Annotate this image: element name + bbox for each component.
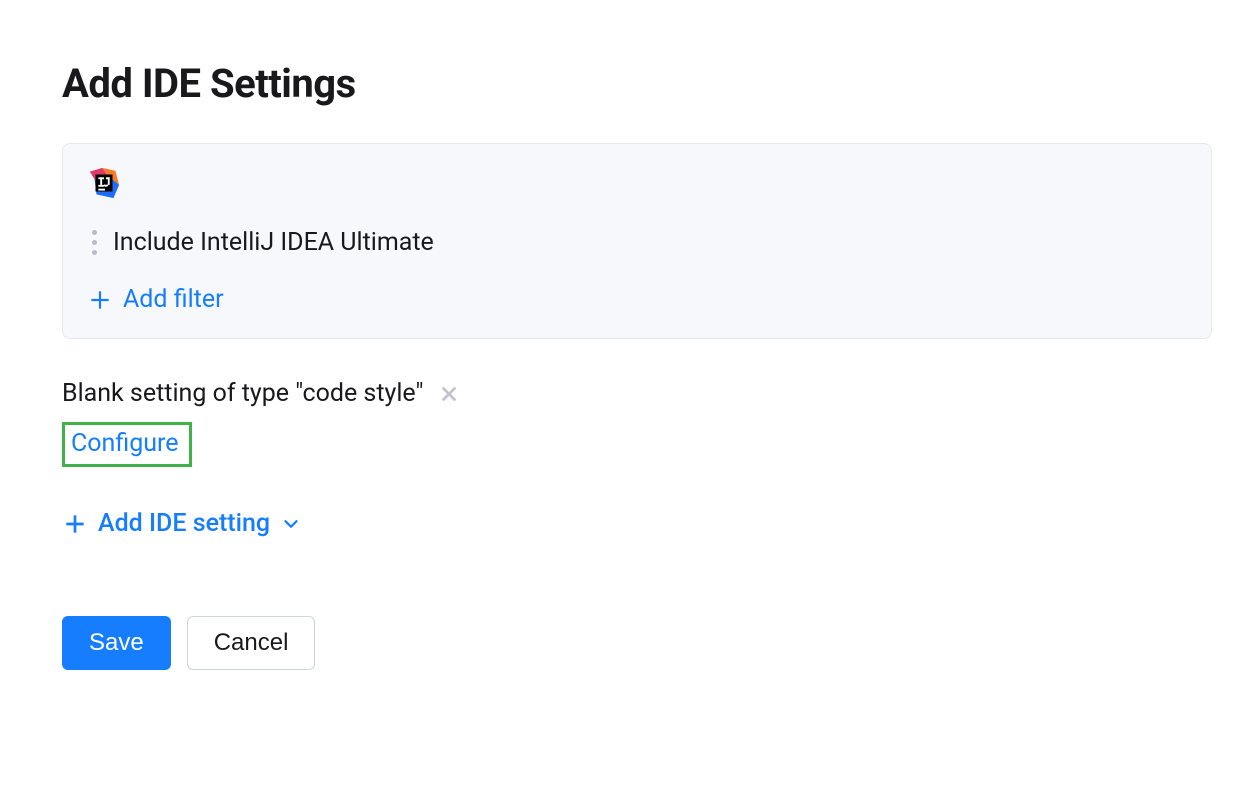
include-product-row: Include IntelliJ IDEA Ultimate xyxy=(87,228,1187,257)
page-title: Add IDE Settings xyxy=(62,60,1212,107)
setting-entry-row: Blank setting of type "code style" xyxy=(62,379,1212,408)
include-product-label: Include IntelliJ IDEA Ultimate xyxy=(113,228,434,257)
add-filter-button[interactable]: Add filter xyxy=(87,285,1187,314)
save-button[interactable]: Save xyxy=(62,616,171,670)
cancel-button[interactable]: Cancel xyxy=(187,616,316,670)
add-ide-setting-button[interactable]: Add IDE setting xyxy=(62,509,1212,538)
chevron-down-icon xyxy=(280,513,302,535)
add-filter-label: Add filter xyxy=(123,285,224,314)
configure-link[interactable]: Configure xyxy=(71,429,179,458)
configure-highlight: Configure xyxy=(62,422,192,467)
drag-handle-icon[interactable] xyxy=(87,230,101,255)
action-button-row: Save Cancel xyxy=(62,616,1212,670)
plus-icon xyxy=(62,511,88,537)
close-icon[interactable] xyxy=(438,383,460,405)
add-ide-setting-label: Add IDE setting xyxy=(98,509,270,538)
intellij-logo-icon xyxy=(87,166,121,200)
setting-label: Blank setting of type "code style" xyxy=(62,379,424,408)
product-logo-row xyxy=(87,166,1187,200)
plus-icon xyxy=(87,287,113,313)
product-filter-panel: Include IntelliJ IDEA Ultimate Add filte… xyxy=(62,143,1212,339)
